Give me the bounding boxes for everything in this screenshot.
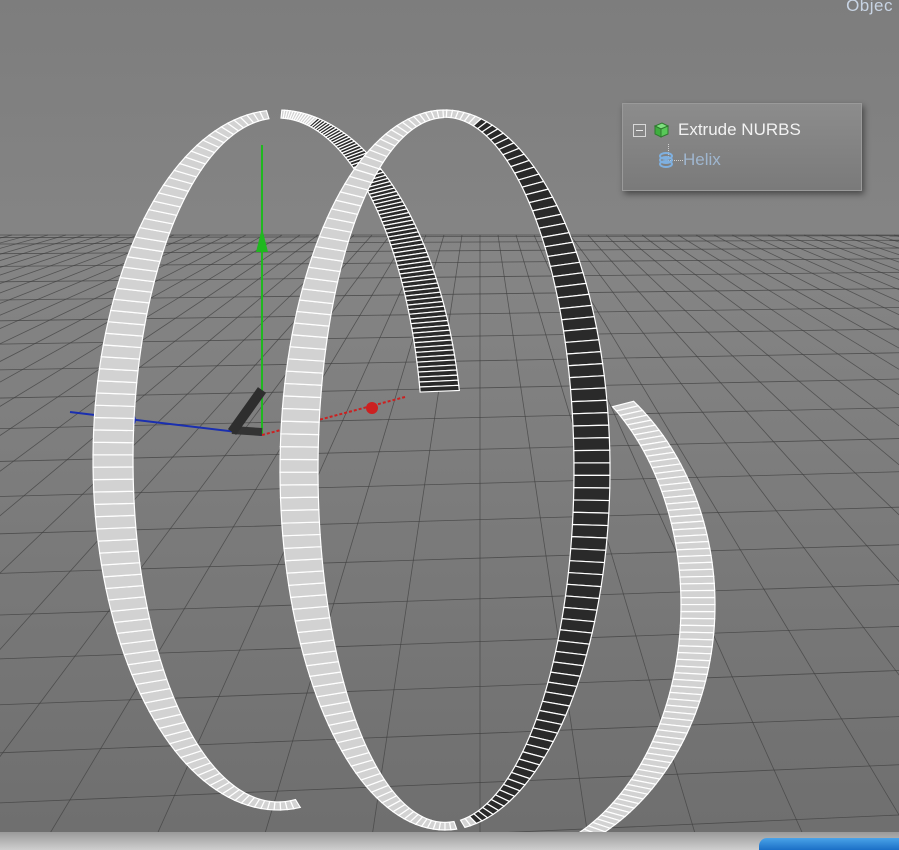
helix-segment: [572, 487, 611, 502]
helix-segment: [572, 499, 611, 514]
helix-spline-icon: [657, 151, 675, 169]
collapse-toggle-icon[interactable]: [633, 123, 646, 137]
helix-segment: [568, 375, 607, 391]
helix-segment: [279, 484, 319, 499]
helix-segment: [444, 821, 452, 831]
helix-segment: [680, 610, 716, 620]
helix-segment: [571, 523, 609, 539]
helix-segment: [570, 399, 609, 415]
helix-segment: [679, 582, 716, 592]
helix-segment: [680, 596, 716, 606]
helix-segment: [92, 429, 135, 444]
helix-segment: [280, 509, 321, 524]
helix-segment: [436, 109, 445, 119]
helix-segment: [279, 471, 319, 486]
helix-segment: [279, 445, 319, 461]
helix-segment: [92, 441, 134, 456]
helix-segment: [571, 412, 610, 427]
helix-segment: [93, 416, 135, 432]
3d-viewport[interactable]: Objec Extrude NURBS Helix: [0, 0, 899, 850]
helix-segment: [573, 449, 611, 464]
helix-segment: [93, 502, 136, 518]
helix-segment: [281, 521, 321, 537]
helix-segment: [280, 407, 321, 423]
helix-segment: [572, 424, 610, 439]
viewport-corner-label: Objec: [846, 0, 893, 15]
object-item-label: Extrude NURBS: [678, 120, 801, 139]
helix-segment: [280, 420, 320, 436]
helix-segment: [679, 617, 716, 627]
helix-segment: [93, 490, 135, 505]
helix-segment: [573, 462, 611, 477]
helix-segment: [279, 496, 320, 512]
object-item-label: Helix: [683, 150, 721, 169]
helix-segment: [680, 589, 716, 599]
object-manager-panel: Extrude NURBS Helix: [622, 103, 862, 191]
helix-segment: [92, 466, 134, 481]
bottom-blue-tab[interactable]: [759, 838, 899, 850]
helix-segment: [94, 392, 137, 408]
helix-segment: [571, 511, 610, 527]
helix-segment: [419, 384, 460, 393]
helix-segment: [279, 458, 319, 473]
helix-segment: [94, 514, 137, 530]
helix-segment: [95, 526, 138, 542]
helix-segment: [679, 575, 715, 585]
object-item-helix[interactable]: Helix: [657, 146, 721, 174]
helix-segment: [283, 546, 323, 562]
helix-segment: [282, 533, 322, 549]
helix-segment: [572, 437, 611, 452]
helix-segment: [92, 478, 135, 493]
helix-segment: [93, 404, 136, 420]
helix-segment: [279, 433, 320, 448]
x-axis-handle[interactable]: [366, 402, 378, 414]
helix-segment: [92, 454, 134, 468]
helix-segment: [573, 474, 611, 489]
helix-segment: [680, 603, 716, 613]
object-item-extrude-nurbs[interactable]: Extrude NURBS: [633, 116, 801, 144]
helix-segment: [281, 395, 322, 411]
extrude-nurbs-icon: [652, 121, 670, 139]
helix-segment: [570, 536, 608, 551]
helix-segment: [569, 387, 608, 403]
